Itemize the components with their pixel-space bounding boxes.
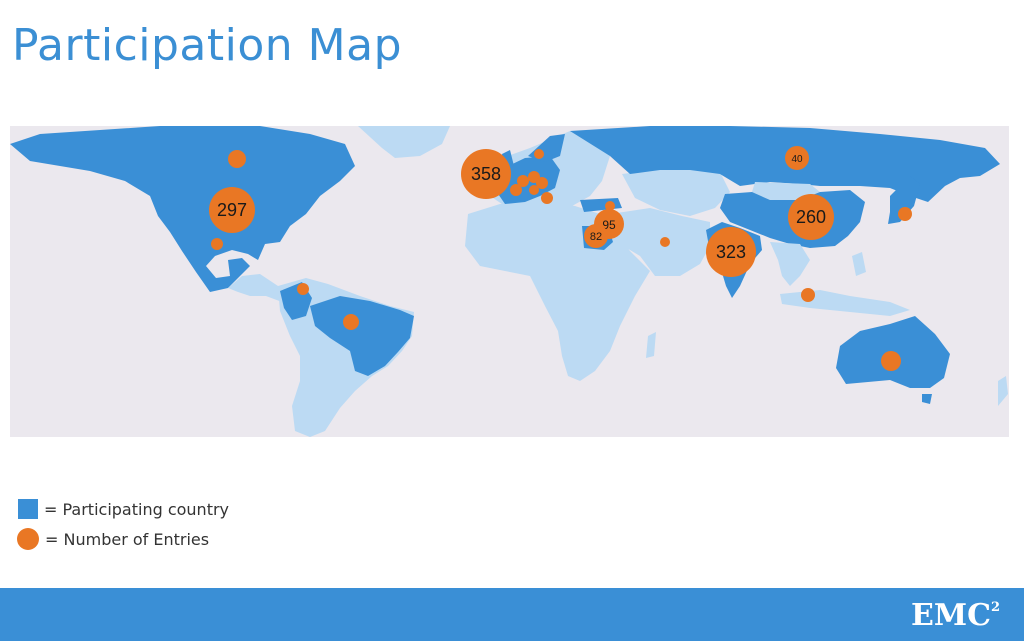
legend-label-entries: = Number of Entries [45, 529, 210, 549]
legend-label-participating: = Participating country [44, 499, 230, 519]
north-america [10, 126, 355, 292]
entry-marker-scandinavia [534, 149, 544, 159]
entry-marker-europe-5 [529, 185, 539, 195]
legend-item-participating: = Participating country [18, 494, 229, 524]
logo-text: EMC [911, 598, 991, 633]
tasmania [922, 394, 932, 404]
entry-marker-italy [541, 192, 553, 204]
entry-marker-canada [228, 150, 246, 168]
entry-marker-europe-4 [510, 184, 522, 196]
madagascar [646, 332, 656, 358]
entry-marker-australia [881, 351, 901, 371]
central-asia [622, 168, 730, 216]
entry-marker-358: 358 [461, 149, 511, 199]
logo-superscript: 2 [990, 600, 1000, 615]
entry-marker-260: 260 [788, 194, 834, 240]
entry-marker-gulf [660, 237, 670, 247]
entry-marker-82: 82 [584, 224, 608, 248]
greenland [358, 126, 450, 158]
legend-item-entries: = Number of Entries [17, 524, 229, 554]
orange-circle-icon [17, 528, 39, 550]
entry-count-label: 297 [217, 200, 247, 220]
new-zealand [998, 376, 1008, 406]
entry-count-label: 82 [590, 231, 602, 243]
blue-square-icon [18, 499, 38, 519]
world-map: 297 358 95 82 323 260 40 [10, 126, 1009, 437]
emc-logo: EMC2 [911, 598, 1000, 633]
southeast-asia [770, 242, 810, 286]
entry-count-label: 40 [791, 154, 803, 165]
entry-count-label: 358 [471, 164, 501, 184]
map-legend: = Participating country = Number of Entr… [17, 494, 229, 554]
page-title: Participation Map [12, 20, 403, 71]
entry-marker-colombia [297, 283, 309, 295]
entry-marker-brazil [343, 314, 359, 330]
entry-marker-297: 297 [209, 187, 255, 233]
world-map-svg: 297 358 95 82 323 260 40 [10, 126, 1008, 437]
indonesia [780, 290, 910, 316]
entry-count-label: 260 [796, 207, 826, 227]
entry-marker-mexico [211, 238, 223, 250]
entry-marker-japan [898, 207, 912, 221]
philippines [852, 252, 866, 276]
entry-marker-323: 323 [706, 227, 756, 277]
entry-marker-40: 40 [785, 146, 809, 170]
entry-count-label: 323 [716, 242, 746, 262]
turkey [580, 198, 622, 212]
footer-bar: EMC2 [0, 588, 1024, 641]
entry-marker-singapore [801, 288, 815, 302]
